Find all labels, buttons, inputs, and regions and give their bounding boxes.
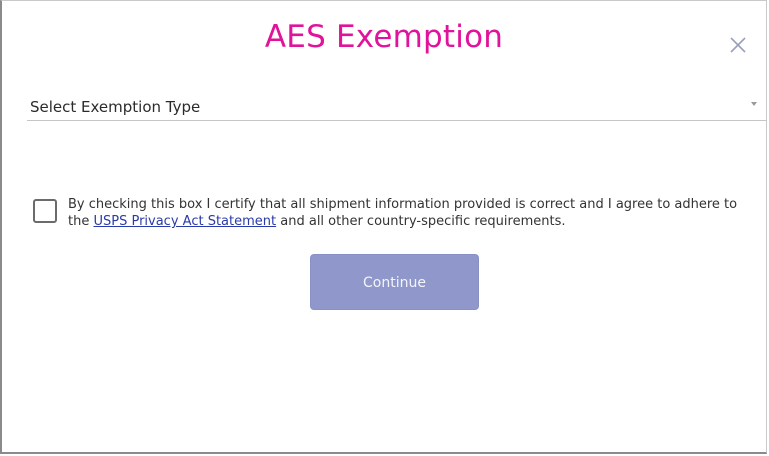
dialog-title: AES Exemption (264, 19, 504, 55)
aes-exemption-dialog: AES Exemption Select Exemption Type By c… (0, 0, 767, 454)
privacy-act-link[interactable]: USPS Privacy Act Statement (93, 214, 276, 229)
certify-checkbox[interactable] (33, 199, 57, 223)
close-icon[interactable] (726, 33, 750, 57)
chevron-down-icon (751, 102, 757, 106)
exemption-type-label: Select Exemption Type (30, 98, 201, 116)
exemption-type-select[interactable]: Select Exemption Type (27, 93, 767, 121)
certification-text: By checking this box I certify that all … (68, 196, 748, 230)
continue-button[interactable]: Continue (310, 254, 479, 310)
certification-text-after: and all other country-specific requireme… (276, 214, 566, 229)
